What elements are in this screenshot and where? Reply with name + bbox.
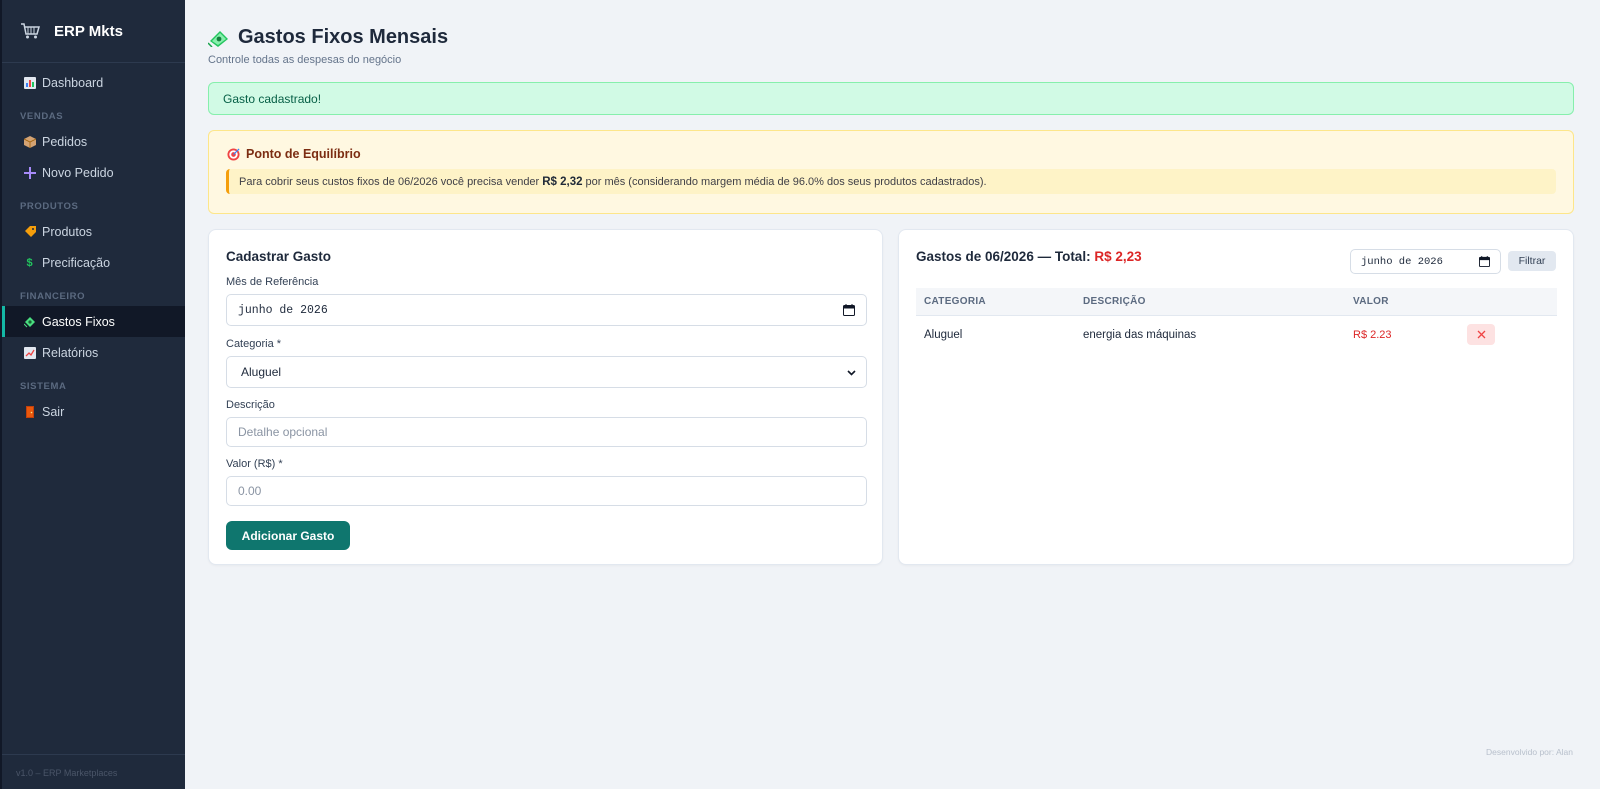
sidebar-item-sair[interactable]: Sair <box>2 396 185 427</box>
column-header: VALOR <box>1353 296 1389 307</box>
sidebar-item-novo-pedido[interactable]: Novo Pedido <box>2 157 185 188</box>
chevron-down-icon <box>847 370 856 376</box>
column-header: CATEGORIA <box>924 296 986 307</box>
sidebar-item-pedidos[interactable]: Pedidos <box>2 126 185 157</box>
sidebar-section: SISTEMA <box>20 381 67 392</box>
breakeven-panel: Ponto de Equilíbrio Para cobrir seus cus… <box>208 130 1574 214</box>
chart-icon <box>23 76 36 89</box>
filter-month-value: junho de 2026 <box>1361 255 1443 268</box>
list-title: Gastos de 06/2026 — Total: R$ 2,23 <box>916 249 1142 264</box>
page-title: Gastos Fixos Mensais <box>208 26 448 49</box>
sidebar: ERP Mkts Dashboard VENDAS Pedidos Novo P… <box>0 0 185 789</box>
dollar-icon: $ <box>26 256 33 269</box>
value-label: Valor (R$) * <box>226 458 283 470</box>
breakeven-title: Ponto de Equilíbrio <box>246 147 361 161</box>
success-alert: Gasto cadastrado! <box>208 82 1574 115</box>
close-icon <box>1477 330 1485 339</box>
month-input[interactable]: junho de 2026 <box>226 294 867 326</box>
sidebar-section: FINANCEIRO <box>20 291 86 302</box>
cell-valor: R$ 2.23 <box>1353 329 1392 341</box>
category-label: Categoria * <box>226 338 282 350</box>
sidebar-item-label: Sair <box>42 404 65 419</box>
month-input-value: junho de 2026 <box>238 303 328 317</box>
box-icon <box>23 135 36 148</box>
breakeven-message: Para cobrir seus custos fixos de 06/2026… <box>226 169 1556 194</box>
brand[interactable]: ERP Mkts <box>2 0 185 63</box>
calendar-icon[interactable] <box>843 304 855 316</box>
developer-credit: Desenvolvido por: Alan <box>1486 747 1573 757</box>
sidebar-section: PRODUTOS <box>20 201 79 212</box>
page-subtitle: Controle todas as despesas do negócio <box>208 54 402 66</box>
sidebar-item-produtos[interactable]: Produtos <box>2 216 185 247</box>
cell-descricao: energia das máquinas <box>1083 329 1197 341</box>
money-icon <box>208 30 228 47</box>
table-header: CATEGORIA DESCRIÇÃO VALOR <box>916 288 1557 316</box>
category-select[interactable]: Aluguel <box>226 356 867 388</box>
sidebar-item-dashboard[interactable]: Dashboard <box>2 67 185 98</box>
add-expense-button[interactable]: Adicionar Gasto <box>226 521 350 550</box>
filter-month-input[interactable]: junho de 2026 <box>1350 249 1501 274</box>
expense-form-card: Cadastrar Gasto Mês de Referência junho … <box>208 229 883 565</box>
sidebar-item-label: Novo Pedido <box>42 165 114 180</box>
breakeven-text-before: Para cobrir seus custos fixos de 06/2026… <box>239 175 540 188</box>
money-icon <box>23 315 36 328</box>
sidebar-item-label: Relatórios <box>42 345 99 360</box>
month-label: Mês de Referência <box>226 276 319 288</box>
cart-logo-icon <box>21 23 40 39</box>
category-select-value: Aluguel <box>241 365 282 379</box>
plus-icon <box>23 166 36 179</box>
form-title: Cadastrar Gasto <box>226 249 332 264</box>
app-name: ERP Mkts <box>54 22 123 40</box>
filter-button[interactable]: Filtrar <box>1508 251 1556 271</box>
table-row: Aluguel energia das máquinas R$ 2.23 <box>916 316 1557 354</box>
sidebar-item-label: Dashboard <box>42 75 104 90</box>
list-title-prefix: Gastos de 06/2026 — Total: <box>916 249 1091 264</box>
column-header: DESCRIÇÃO <box>1083 296 1146 307</box>
sidebar-item-label: Gastos Fixos <box>42 314 115 329</box>
breakeven-text-after: por mês (considerando margem média de 96… <box>585 175 987 188</box>
target-icon <box>227 147 240 161</box>
sidebar-item-label: Precificação <box>42 255 111 270</box>
breakeven-amount: R$ 2,32 <box>542 175 583 188</box>
expense-list-card: Gastos de 06/2026 — Total: R$ 2,23 junho… <box>898 229 1574 565</box>
page-title-text: Gastos Fixos Mensais <box>238 26 449 48</box>
version-text: v1.0 – ERP Marketplaces <box>2 754 185 789</box>
description-input[interactable]: Detalhe opcional <box>226 417 867 447</box>
sidebar-item-gastos-fixos[interactable]: Gastos Fixos <box>2 306 185 337</box>
list-total: R$ 2,23 <box>1094 249 1142 264</box>
sidebar-item-precificacao[interactable]: $ Precificação <box>2 247 185 278</box>
calendar-icon[interactable] <box>1479 256 1490 267</box>
door-icon <box>23 405 36 418</box>
cell-categoria: Aluguel <box>924 329 963 341</box>
tag-icon <box>23 225 36 238</box>
delete-button[interactable] <box>1467 324 1495 345</box>
sidebar-item-label: Produtos <box>42 224 93 239</box>
breakeven-header: Ponto de Equilíbrio <box>227 147 361 161</box>
trend-icon <box>23 346 36 359</box>
value-input[interactable]: 0.00 <box>226 476 867 506</box>
sidebar-item-relatorios[interactable]: Relatórios <box>2 337 185 368</box>
sidebar-item-label: Pedidos <box>42 134 88 149</box>
description-label: Descrição <box>226 399 275 411</box>
sidebar-section: VENDAS <box>20 111 64 122</box>
